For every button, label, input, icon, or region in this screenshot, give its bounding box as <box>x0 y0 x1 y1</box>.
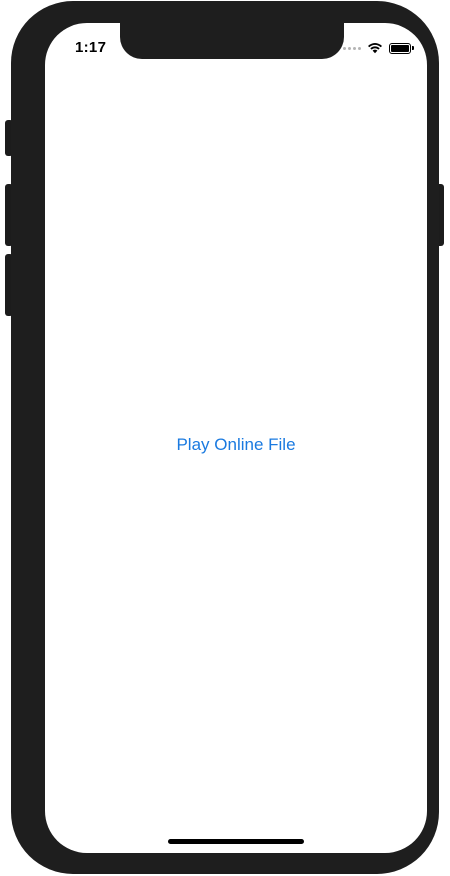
device-stage: 1:17 Play Online File <box>0 0 450 876</box>
wifi-icon <box>367 42 383 54</box>
battery-cap <box>412 46 414 50</box>
battery-fill <box>391 44 409 52</box>
play-online-file-button[interactable]: Play Online File <box>45 435 427 455</box>
status-icons <box>343 41 414 55</box>
cellular-dots-icon <box>343 46 361 50</box>
home-indicator[interactable] <box>168 839 304 844</box>
status-time: 1:17 <box>75 39 107 56</box>
battery-icon <box>389 42 414 54</box>
screen: 1:17 Play Online File <box>45 23 427 853</box>
notch <box>120 23 344 59</box>
phone-frame: 1:17 Play Online File <box>11 1 439 874</box>
